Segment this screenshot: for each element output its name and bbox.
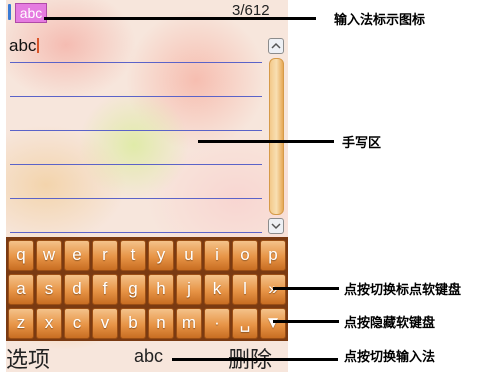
key-f[interactable]: f — [92, 274, 118, 305]
scroll-thumb[interactable] — [269, 58, 284, 215]
callout-label-symbol-toggle: 点按切换标点软键盘 — [344, 283, 462, 298]
chevron-up-icon — [271, 42, 281, 49]
scrollbar[interactable] — [268, 38, 284, 234]
input-method-softkey[interactable]: abc — [134, 346, 163, 367]
key-i[interactable]: i — [204, 240, 230, 271]
key-e[interactable]: e — [64, 240, 90, 271]
key-q[interactable]: q — [8, 240, 34, 271]
soft-keyboard: q w e r t y u i o p a s d f g h j k l » … — [6, 237, 288, 341]
key-d[interactable]: d — [64, 274, 90, 305]
key-space[interactable]: ␣ — [232, 308, 258, 339]
key-y[interactable]: y — [148, 240, 174, 271]
key-o[interactable]: o — [232, 240, 258, 271]
ruled-line — [10, 96, 262, 97]
key-p[interactable]: p — [260, 240, 286, 271]
callout-label-ime-icon: 输入法标示图标 — [334, 13, 426, 28]
key-z[interactable]: z — [8, 308, 34, 339]
key-t[interactable]: t — [120, 240, 146, 271]
callout-label-hide-keyboard: 点按隐藏软键盘 — [344, 316, 436, 331]
callout-line-handwriting-area — [198, 140, 334, 143]
scroll-up-button[interactable] — [268, 38, 284, 54]
callout-line-hide-keyboard — [273, 320, 339, 323]
key-w[interactable]: w — [36, 240, 62, 271]
key-u[interactable]: u — [176, 240, 202, 271]
scroll-down-button[interactable] — [268, 218, 284, 234]
key-g[interactable]: g — [120, 274, 146, 305]
chevron-down-icon — [271, 223, 281, 230]
input-text: abc — [9, 36, 37, 55]
callout-label-handwriting-area: 手写区 — [342, 136, 382, 151]
ruled-line — [10, 62, 262, 63]
key-x[interactable]: x — [36, 308, 62, 339]
callout-line-symbol-toggle — [273, 287, 339, 290]
key-a[interactable]: a — [8, 274, 34, 305]
key-l[interactable]: l — [232, 274, 258, 305]
key-n[interactable]: n — [148, 308, 174, 339]
softkey-bar: 选项 abc 删除 — [6, 342, 288, 372]
key-hide-keyboard[interactable]: ▼ — [260, 308, 286, 339]
key-r[interactable]: r — [92, 240, 118, 271]
callout-line-ime-icon — [44, 17, 316, 20]
key-h[interactable]: h — [148, 274, 174, 305]
input-method-icon[interactable]: abc — [15, 3, 47, 23]
callout-label-switch-ime: 点按切换输入法 — [344, 350, 436, 365]
key-c[interactable]: c — [64, 308, 90, 339]
ruled-line — [10, 130, 262, 131]
cursor-marker — [8, 4, 11, 20]
delete-softkey[interactable]: 删除 — [228, 342, 272, 372]
phone-screen: abc 3/612 abc q w e r t y u i o p a s d … — [6, 0, 288, 372]
key-j[interactable]: j — [176, 274, 202, 305]
key-k[interactable]: k — [204, 274, 230, 305]
ruled-line — [10, 198, 262, 199]
key-v[interactable]: v — [92, 308, 118, 339]
options-softkey[interactable]: 选项 — [6, 342, 50, 372]
key-s[interactable]: s — [36, 274, 62, 305]
key-b[interactable]: b — [120, 308, 146, 339]
text-cursor — [37, 38, 40, 53]
key-m[interactable]: m — [176, 308, 202, 339]
ruled-line — [10, 232, 262, 233]
key-dot[interactable]: · — [204, 308, 230, 339]
text-input-area[interactable]: abc — [9, 36, 40, 56]
ruled-line — [10, 164, 262, 165]
callout-line-switch-ime — [172, 358, 338, 361]
